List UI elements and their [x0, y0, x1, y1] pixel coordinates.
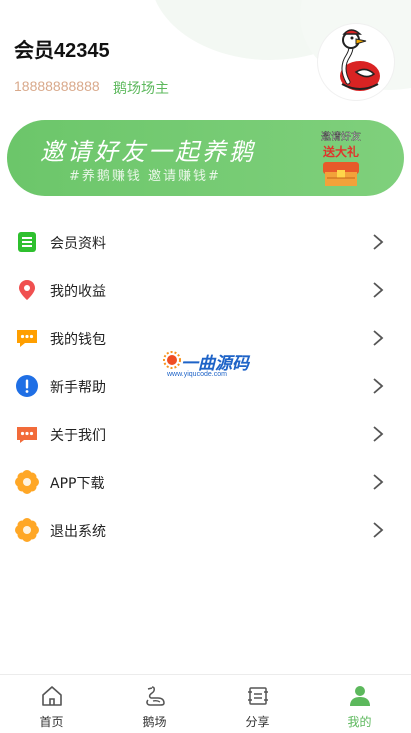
document-list-icon: [18, 232, 36, 252]
chevron-right-icon: [373, 330, 384, 346]
tab-mine[interactable]: 我的: [308, 675, 411, 733]
user-role-badge: 鹅场场主: [113, 81, 169, 97]
gift-bottom-text: 送大礼: [322, 144, 359, 159]
tab-label: 我的: [347, 715, 372, 729]
phone-number: 18888888888: [14, 78, 100, 94]
goose-mascot-icon: [340, 29, 380, 91]
tab-share[interactable]: 分享: [206, 675, 309, 733]
flower-icon: [15, 518, 39, 542]
tab-label: 分享: [245, 715, 270, 729]
menu-item-label: 退出系统: [50, 524, 106, 540]
tab-label: 首页: [39, 715, 64, 729]
chat-bubble-icon: [17, 330, 37, 347]
gift-chest-icon: 邀请好友 送大礼: [321, 130, 361, 186]
chevron-right-icon: [373, 426, 384, 442]
flower-icon: [15, 470, 39, 494]
menu-item-label: 我的收益: [50, 284, 106, 300]
home-icon: [42, 686, 62, 706]
gift-top-text: 邀请好友: [321, 130, 361, 143]
message-dots-icon: [17, 427, 37, 443]
invite-banner[interactable]: 邀请好友一起养鹅 #养鹅赚钱 邀请赚钱# 邀请好友 送大礼: [7, 120, 404, 196]
avatar[interactable]: [318, 24, 394, 100]
profile-menu: 会员资料 我的收益 我的钱包 新手帮助 关于我们 APP下载 退出系统: [0, 218, 411, 554]
chevron-right-icon: [373, 522, 384, 538]
banner-subtitle: #养鹅赚钱 邀请赚钱#: [69, 169, 221, 184]
person-icon: [350, 686, 370, 706]
watermark-logo: 一曲源码 www.yiqucode.com: [163, 349, 253, 383]
watermark-url: www.yiqucode.com: [167, 371, 227, 378]
username: 会员42345: [14, 40, 110, 62]
tab-home[interactable]: 首页: [0, 675, 103, 733]
tab-label: 鹅场: [142, 715, 167, 729]
exclamation-icon: [16, 375, 38, 397]
chevron-right-icon: [373, 378, 384, 394]
menu-item-label: 我的钱包: [50, 332, 106, 348]
goose-icon: [146, 686, 165, 706]
share-list-icon: [248, 687, 268, 705]
bottom-tab-bar: 首页 鹅场 分享 我的: [0, 674, 411, 733]
menu-item-label: APP下载: [50, 476, 105, 492]
banner-title: 邀请好友一起养鹅: [40, 138, 256, 166]
menu-item-about-us[interactable]: 关于我们: [0, 410, 411, 458]
tab-goose-farm[interactable]: 鹅场: [103, 675, 206, 733]
sunburst-icon: [163, 351, 181, 369]
menu-item-app-download[interactable]: APP下载: [0, 458, 411, 506]
chevron-right-icon: [373, 234, 384, 250]
location-pin-icon: [19, 280, 35, 300]
chevron-right-icon: [373, 282, 384, 298]
chevron-right-icon: [373, 474, 384, 490]
menu-item-my-earnings[interactable]: 我的收益: [0, 266, 411, 314]
menu-item-label: 会员资料: [50, 236, 106, 252]
menu-item-label: 新手帮助: [50, 380, 106, 396]
menu-item-logout[interactable]: 退出系统: [0, 506, 411, 554]
menu-item-member-profile[interactable]: 会员资料: [0, 218, 411, 266]
menu-item-label: 关于我们: [50, 428, 106, 444]
